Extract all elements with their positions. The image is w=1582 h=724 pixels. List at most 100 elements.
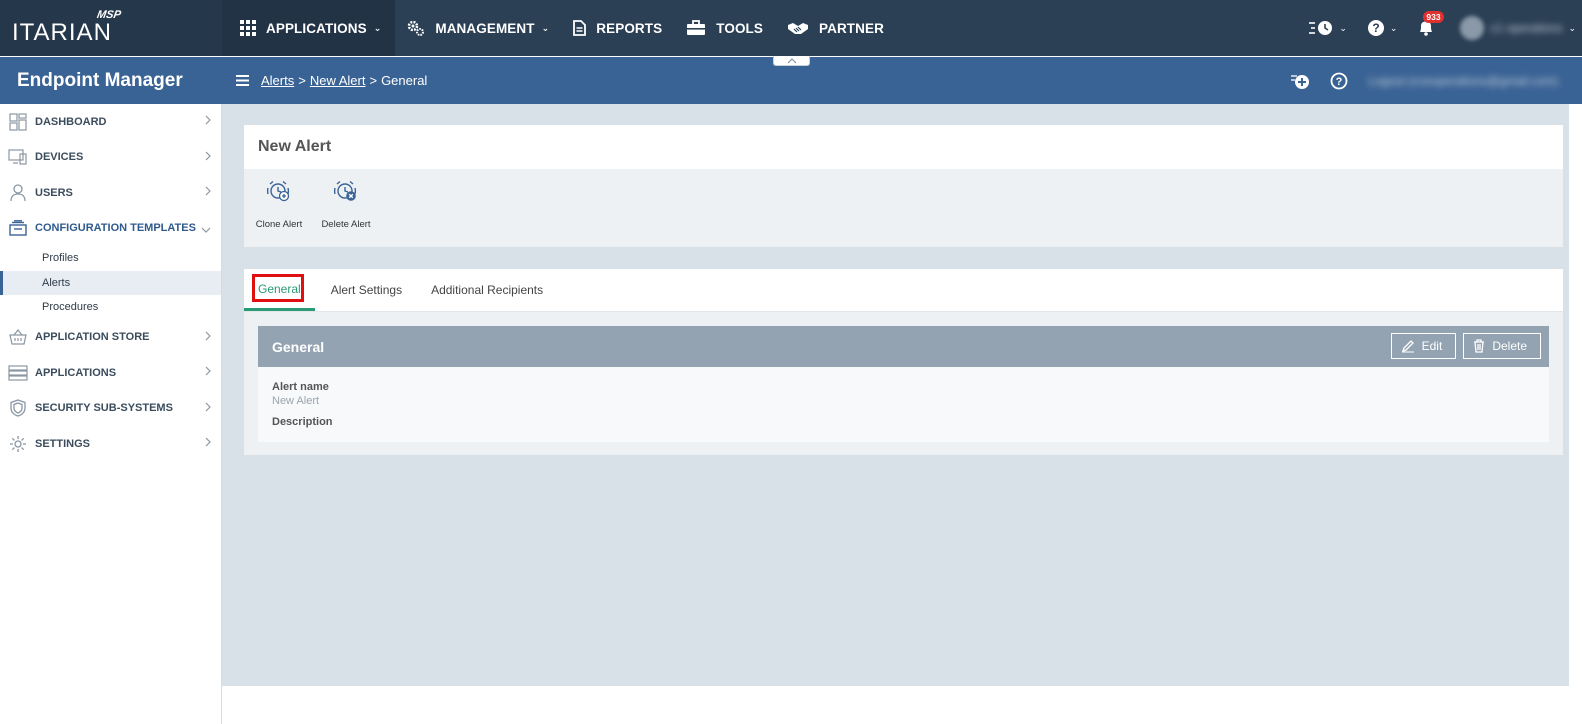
breadcrumb-separator: >: [298, 73, 306, 88]
tab-bar: General Alert Settings Additional Recipi…: [244, 269, 1563, 312]
user-account-menu[interactable]: c1 operations ⌄: [1460, 16, 1576, 40]
top-right-tools: ⌄ ? ⌄ 933 c1 operations ⌄: [1308, 0, 1582, 56]
avatar: [1460, 16, 1485, 40]
chevron-right-icon: [205, 115, 211, 128]
pencil-icon: [1401, 340, 1414, 353]
recent-activity-menu[interactable]: ⌄: [1308, 19, 1347, 37]
tab-alert-settings[interactable]: Alert Settings: [315, 269, 417, 311]
edit-button[interactable]: Edit: [1390, 333, 1457, 359]
server-icon: [8, 363, 28, 383]
tab-alert-settings-label: Alert Settings: [330, 283, 403, 297]
general-fields: Alert name New Alert Description: [258, 367, 1549, 428]
alert-toolbar: Clone Alert Delete Alert: [244, 169, 1563, 230]
highlight-box: [252, 274, 304, 302]
notification-count-badge: 933: [1423, 11, 1444, 23]
sidebar-subitem-profiles[interactable]: Profiles: [0, 246, 221, 271]
tab-additional-recipients[interactable]: Additional Recipients: [417, 269, 557, 311]
shield-icon: [8, 398, 28, 418]
alert-name-value: New Alert: [272, 395, 320, 407]
add-shortcut-button[interactable]: [1290, 71, 1310, 91]
help-menu[interactable]: ? ⌄: [1367, 19, 1397, 37]
logout-link-blurred[interactable]: Logout (cceoperations@gmail.com): [1368, 74, 1558, 88]
breadcrumb-separator: >: [369, 73, 378, 88]
sidebar-item-devices[interactable]: DEVICES: [0, 140, 221, 176]
delete-button-label: Delete: [1492, 339, 1527, 353]
svg-text:?: ?: [1372, 21, 1379, 35]
page-title: New Alert: [244, 125, 1563, 169]
sidebar-item-label: APPLICATION STORE: [35, 331, 150, 344]
sidebar-item-configuration-templates[interactable]: CONFIGURATION TEMPLATES: [0, 211, 221, 247]
sidebar-subitem-procedures[interactable]: Procedures: [0, 295, 221, 320]
delete-button[interactable]: Delete: [1463, 333, 1541, 359]
sidebar-item-label: CONFIGURATION TEMPLATES: [35, 222, 196, 235]
sidebar-toggle-button[interactable]: [236, 75, 249, 86]
itarian-logo[interactable]: MSP ITARIAN: [0, 0, 222, 56]
nav-reports-label: REPORTS: [596, 20, 663, 36]
delete-alert-label: Delete Alert: [321, 219, 371, 230]
sidebar-item-settings[interactable]: SETTINGS: [0, 426, 221, 462]
chevron-right-icon: [205, 366, 211, 379]
description-label: Description: [272, 416, 333, 428]
delete-alert-button[interactable]: Delete Alert: [314, 177, 378, 230]
alert-name-label: Alert name: [272, 381, 329, 393]
user-icon: [8, 183, 28, 203]
general-section: General Edit Delete Alert name New Alert…: [258, 326, 1549, 442]
section-actions: Edit Delete: [1384, 333, 1541, 359]
chevron-down-icon: [201, 224, 211, 236]
chevron-right-icon: [205, 437, 211, 450]
chevron-right-icon: [205, 151, 211, 164]
sidebar-item-users[interactable]: USERS: [0, 175, 221, 211]
alert-details-card: General Alert Settings Additional Recipi…: [244, 269, 1563, 455]
clone-alarm-icon: [267, 177, 291, 205]
notifications-button[interactable]: 933: [1417, 11, 1444, 37]
report-icon: [573, 20, 587, 36]
tab-general[interactable]: General: [244, 269, 315, 311]
trash-icon: [1474, 339, 1485, 353]
sidebar-item-label: APPLICATIONS: [35, 366, 117, 379]
nav-reports[interactable]: REPORTS: [561, 0, 674, 56]
add-circle-icon: [1291, 74, 1310, 89]
tab-additional-recipients-label: Additional Recipients: [431, 283, 544, 297]
section-title: General: [272, 338, 325, 355]
sidebar-item-label: USERS: [35, 186, 73, 199]
clone-alert-button[interactable]: Clone Alert: [247, 177, 311, 230]
sidebar-item-security-sub-systems[interactable]: SECURITY SUB-SYSTEMS: [0, 391, 221, 427]
chevron-up-icon: [787, 57, 796, 63]
app-title: Endpoint Manager: [0, 57, 222, 104]
sidebar-item-application-store[interactable]: APPLICATION STORE: [0, 320, 221, 356]
sidebar-item-label: SECURITY SUB-SYSTEMS: [35, 402, 173, 415]
collapse-header-toggle[interactable]: [773, 56, 810, 66]
breadcrumb-alerts[interactable]: Alerts: [261, 73, 294, 88]
help-icon: ?: [1367, 20, 1384, 36]
svg-text:?: ?: [1336, 76, 1343, 88]
edit-button-label: Edit: [1421, 339, 1443, 353]
sidebar-item-dashboard[interactable]: DASHBOARD: [0, 104, 221, 140]
sidebar-subitem-alerts[interactable]: Alerts: [0, 270, 221, 295]
nav-partner[interactable]: PARTNER: [775, 0, 896, 56]
nav-tools[interactable]: TOOLS: [674, 0, 775, 56]
clone-alert-label: Clone Alert: [255, 219, 303, 230]
grid-icon: [240, 20, 256, 36]
breadcrumb-bar: Alerts > New Alert > General ? Logout (c…: [222, 57, 1582, 104]
sidebar-item-applications[interactable]: APPLICATIONS: [0, 355, 221, 391]
gear-icon: [8, 434, 28, 454]
toolbox-icon: [687, 20, 706, 35]
support-button[interactable]: ?: [1330, 72, 1348, 90]
chevron-right-icon: [205, 402, 211, 415]
chevron-right-icon: [205, 186, 211, 199]
breadcrumb: Alerts > New Alert > General: [261, 73, 427, 88]
gears-icon: [408, 20, 425, 36]
basket-icon: [8, 327, 28, 347]
breadcrumb-current: General: [381, 73, 428, 88]
breadcrumb-new-alert[interactable]: New Alert: [310, 73, 366, 88]
nav-applications-label: APPLICATIONS: [266, 20, 367, 36]
top-nav-bar: MSP ITARIAN APPLICATIONS ⌄ MANAGEMENT ⌄ …: [0, 0, 1582, 56]
nav-management[interactable]: MANAGEMENT ⌄: [395, 0, 561, 56]
sidebar-item-label: DASHBOARD: [35, 115, 107, 128]
chevron-down-icon: ⌄: [1568, 22, 1576, 33]
page-header-card: New Alert Clone Alert Delete Alert: [244, 125, 1563, 247]
chevron-down-icon: ⌄: [541, 22, 550, 33]
main-content: New Alert Clone Alert Delete Alert Gener…: [222, 104, 1569, 686]
nav-applications[interactable]: APPLICATIONS ⌄: [222, 0, 396, 56]
templates-icon: [8, 218, 28, 238]
